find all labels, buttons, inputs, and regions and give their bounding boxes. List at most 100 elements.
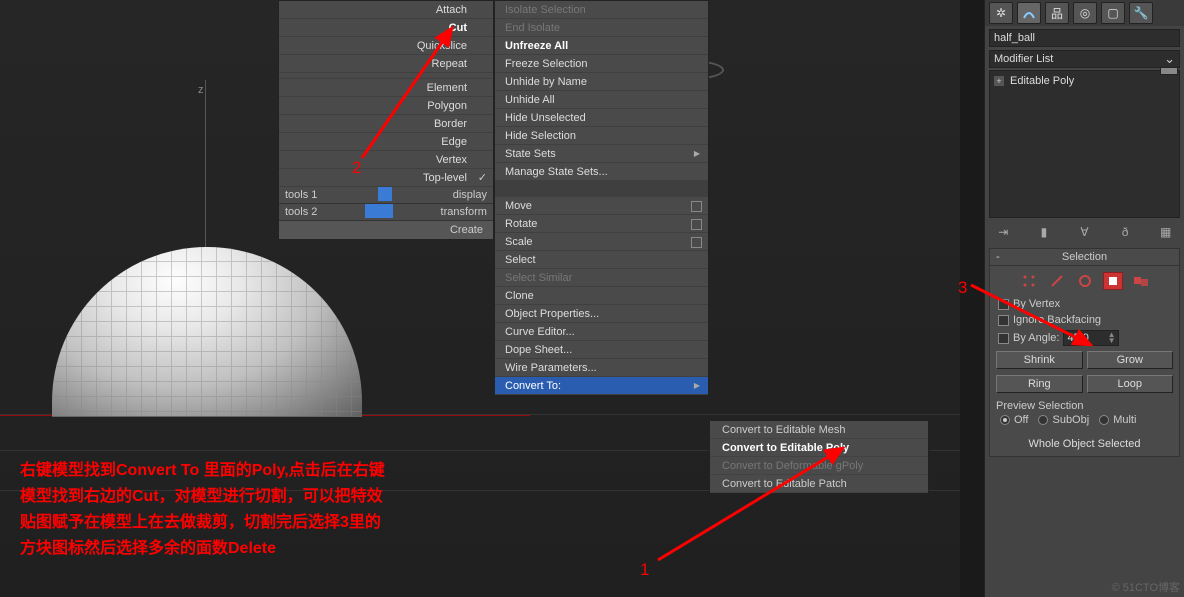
qm-toplevel[interactable]: Top-level (279, 169, 493, 187)
preview-label: Preview Selection (996, 400, 1173, 412)
qm-repeat[interactable]: Repeat (279, 55, 493, 73)
element-mode-icon[interactable] (1131, 272, 1151, 290)
preview-subobj-radio[interactable]: SubObj (1038, 414, 1089, 426)
qm-border[interactable]: Border (279, 115, 493, 133)
annotation-num-1: 1 (640, 560, 649, 580)
preview-off-radio[interactable]: Off (1000, 414, 1028, 426)
qm-create[interactable]: Create (279, 221, 493, 239)
modifier-list-dropdown[interactable]: Modifier List (989, 50, 1180, 68)
qm-hide-unselected[interactable]: Hide Unselected (495, 109, 708, 127)
qm-isolate-selection[interactable]: Isolate Selection (495, 1, 708, 19)
qm-unhide-all[interactable]: Unhide All (495, 91, 708, 109)
qm-move[interactable]: Move (495, 197, 708, 215)
vertex-mode-icon[interactable] (1019, 272, 1039, 290)
by-vertex-checkbox[interactable]: By Vertex (990, 296, 1179, 312)
qm-attach[interactable]: Attach (279, 1, 493, 19)
convert-convert-to-editable-patch[interactable]: Convert to Editable Patch (710, 475, 928, 493)
make-unique-icon[interactable]: ∀ (1076, 224, 1092, 240)
qm-wire-parameters-[interactable]: Wire Parameters... (495, 359, 708, 377)
qm-tools1-label: tools 1 (285, 187, 317, 203)
qm-polygon[interactable]: Polygon (279, 97, 493, 115)
rollout-title[interactable]: -Selection (990, 249, 1179, 266)
modify-tab-icon[interactable] (1017, 2, 1041, 24)
convert-convert-to-editable-poly[interactable]: Convert to Editable Poly (710, 439, 928, 457)
half-sphere-mesh[interactable] (52, 247, 362, 417)
display-tab-icon[interactable]: ▢ (1101, 2, 1125, 24)
stack-item-editable-poly[interactable]: + Editable Poly (994, 75, 1175, 87)
qm-unhide-by-name[interactable]: Unhide by Name (495, 73, 708, 91)
convert-convert-to-deformable-gpoly[interactable]: Convert to Deformable gPoly (710, 457, 928, 475)
annotation-num-2: 2 (352, 158, 361, 178)
radio-icon (1038, 415, 1048, 425)
qm-vertex[interactable]: Vertex (279, 151, 493, 169)
hierarchy-tab-icon[interactable]: 品 (1045, 2, 1069, 24)
mesh-wireframe (52, 247, 362, 416)
qm-rotate[interactable]: Rotate (495, 215, 708, 233)
create-tab-icon[interactable]: ✲ (989, 2, 1013, 24)
swatch-icon (365, 204, 379, 218)
qm-transform-label: transform (441, 204, 487, 220)
loop-button[interactable]: Loop (1087, 375, 1174, 393)
qm-state-sets[interactable]: State Sets (495, 145, 708, 163)
rollout-title-text: Selection (1062, 251, 1107, 263)
angle-spinner[interactable]: 45.0 ▲▼ (1063, 330, 1119, 346)
quad-menu-right: Isolate SelectionEnd IsolateUnfreeze All… (494, 0, 709, 396)
swatch-icon (378, 187, 392, 201)
ignore-backfacing-checkbox[interactable]: Ignore Backfacing (990, 312, 1179, 328)
qm-convert-to-[interactable]: Convert To: (495, 377, 708, 395)
watermark: © 51CTO博客 (1112, 579, 1180, 595)
quad-menu-left: Attach Cut Quickslice Repeat Element Pol… (278, 0, 494, 240)
command-panel: ✲ 品 ◎ ▢ 🔧 half_ball Modifier List + Edit… (984, 0, 1184, 597)
qm-select[interactable]: Select (495, 251, 708, 269)
by-angle-row: By Angle: 45.0▲▼ (990, 328, 1179, 348)
qm-edge[interactable]: Edge (279, 133, 493, 151)
grow-button[interactable]: Grow (1087, 351, 1174, 369)
qm-clone[interactable]: Clone (495, 287, 708, 305)
edge-mode-icon[interactable] (1047, 272, 1067, 290)
qm-display-label: display (453, 187, 487, 203)
qm-manage-state-sets-[interactable]: Manage State Sets... (495, 163, 708, 181)
pin-stack-icon[interactable]: ⇥ (995, 224, 1011, 240)
modifier-stack[interactable]: + Editable Poly (989, 70, 1180, 218)
object-name-input[interactable]: half_ball (989, 29, 1180, 47)
annotation-num-3: 3 (958, 278, 967, 298)
subobject-row (990, 266, 1179, 296)
qm-divider (495, 181, 708, 197)
radio-icon (1000, 415, 1010, 425)
qm-quickslice[interactable]: Quickslice (279, 37, 493, 55)
qm-hide-selection[interactable]: Hide Selection (495, 127, 708, 145)
qm-cut[interactable]: Cut (279, 19, 493, 37)
qm-element[interactable]: Element (279, 79, 493, 97)
preview-multi-radio[interactable]: Multi (1099, 414, 1136, 426)
ring-button[interactable]: Ring (996, 375, 1083, 393)
qm-unfreeze-all[interactable]: Unfreeze All (495, 37, 708, 55)
axis-z-label: z (198, 84, 204, 96)
qm-tools2[interactable]: tools 2 transform (279, 204, 493, 221)
preview-selection: Preview Selection Off SubObj Multi (990, 396, 1179, 432)
expand-icon[interactable]: + (994, 76, 1004, 86)
qm-freeze-selection[interactable]: Freeze Selection (495, 55, 708, 73)
ignore-backfacing-label: Ignore Backfacing (1013, 314, 1101, 326)
qm-scale[interactable]: Scale (495, 233, 708, 251)
convert-convert-to-editable-mesh[interactable]: Convert to Editable Mesh (710, 421, 928, 439)
off-label: Off (1014, 414, 1028, 426)
border-mode-icon[interactable] (1075, 272, 1095, 290)
shrink-button[interactable]: Shrink (996, 351, 1083, 369)
utilities-tab-icon[interactable]: 🔧 (1129, 2, 1153, 24)
configure-sets-icon[interactable]: ▦ (1158, 224, 1174, 240)
polygon-mode-icon[interactable] (1103, 272, 1123, 290)
qm-tools1[interactable]: tools 1 display (279, 187, 493, 204)
checkbox-icon[interactable] (998, 333, 1009, 344)
qm-dope-sheet-[interactable]: Dope Sheet... (495, 341, 708, 359)
show-end-result-icon[interactable]: ▮ (1036, 224, 1052, 240)
spinner-arrows-icon[interactable]: ▲▼ (1108, 332, 1116, 344)
remove-modifier-icon[interactable]: ð (1117, 224, 1133, 240)
qm-object-properties-[interactable]: Object Properties... (495, 305, 708, 323)
motion-tab-icon[interactable]: ◎ (1073, 2, 1097, 24)
command-panel-tabs: ✲ 品 ◎ ▢ 🔧 (985, 0, 1184, 26)
qm-end-isolate[interactable]: End Isolate (495, 19, 708, 37)
angle-value: 45.0 (1067, 332, 1088, 344)
multi-label: Multi (1113, 414, 1136, 426)
qm-select-similar[interactable]: Select Similar (495, 269, 708, 287)
qm-curve-editor-[interactable]: Curve Editor... (495, 323, 708, 341)
